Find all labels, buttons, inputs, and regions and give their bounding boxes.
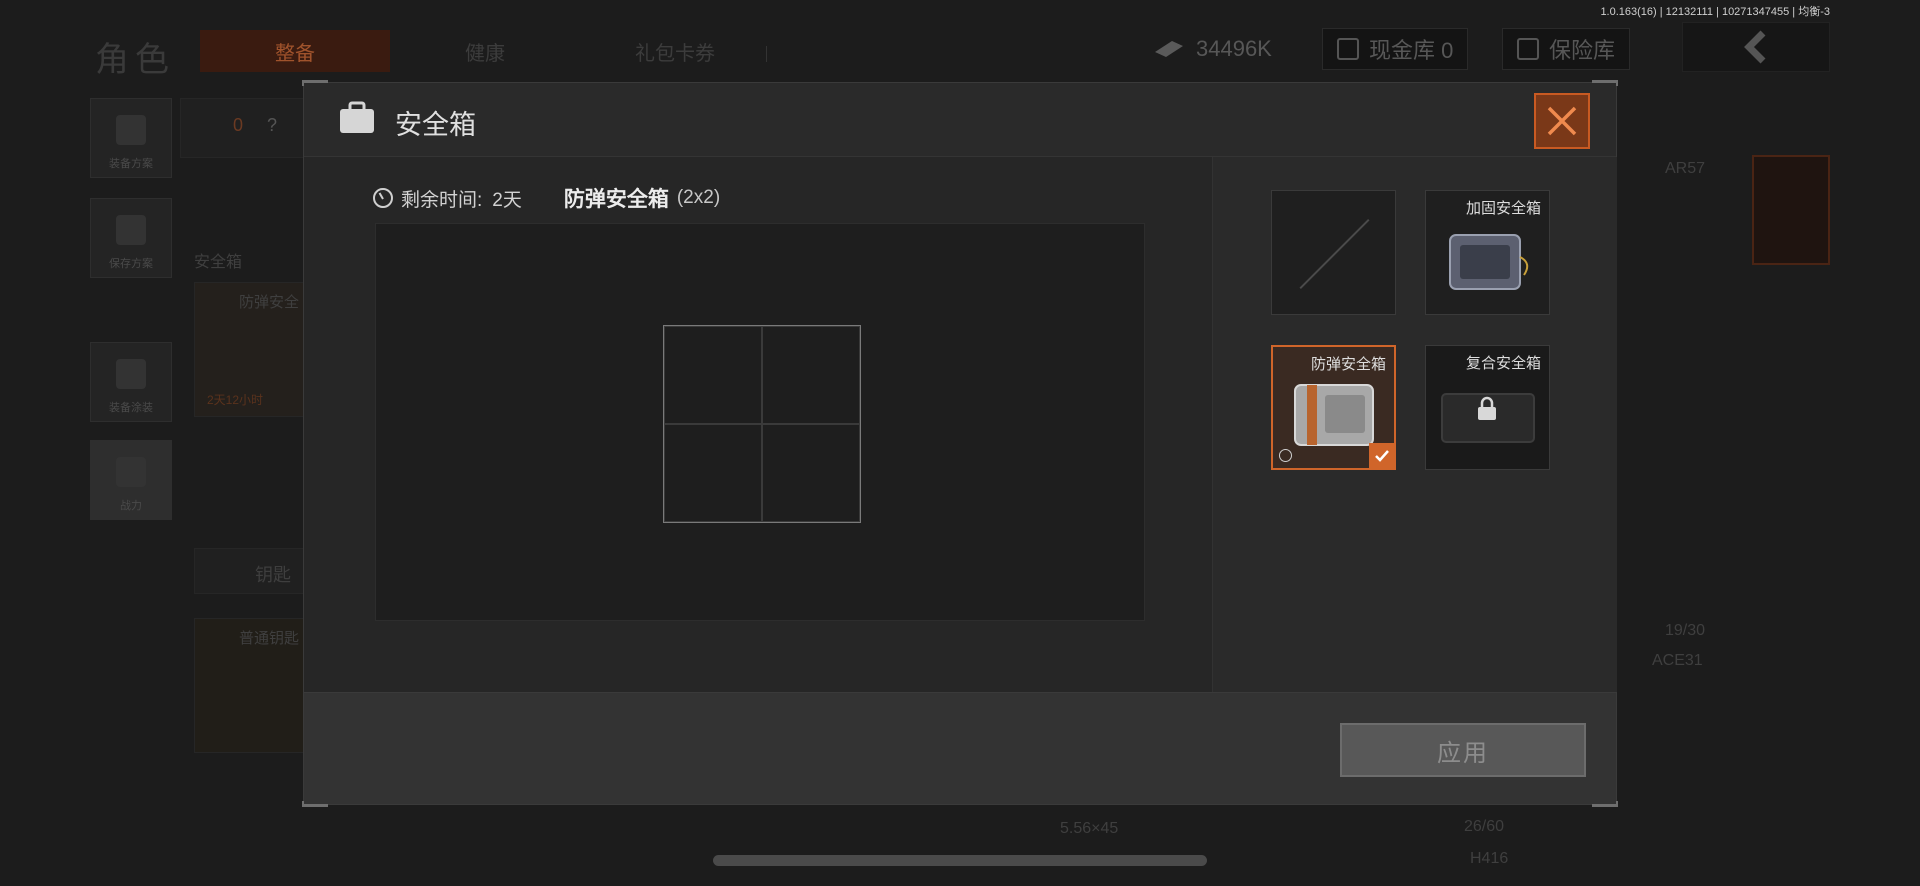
- grid-cell[interactable]: [664, 424, 762, 522]
- insurance-button[interactable]: 保险库: [1502, 28, 1631, 70]
- grid-cell[interactable]: [762, 326, 860, 424]
- tab-gift-coupons[interactable]: 礼包卡券: [580, 30, 770, 72]
- timed-clock-icon: [1279, 449, 1292, 462]
- role-title: 角色: [95, 41, 175, 79]
- category-rifle[interactable]: [1752, 395, 1830, 505]
- key-bg-slot: 普通钥匙: [194, 618, 304, 753]
- ammo-bottom-label: 26/60: [1464, 818, 1505, 835]
- reinforced-case-icon: [1449, 234, 1529, 290]
- safebox-slot-empty[interactable]: [1271, 190, 1396, 315]
- top-bar: 角色 整备 健康 礼包卡券 34496K 现金库 0 保险库: [0, 22, 1920, 79]
- armor-count: 0: [233, 115, 244, 135]
- power-icon: [116, 457, 146, 487]
- power-label: 战力: [120, 500, 142, 512]
- back-button[interactable]: [1682, 22, 1830, 72]
- remaining-time-value: 2天: [492, 189, 522, 211]
- cash-vault-button[interactable]: 现金库 0: [1322, 28, 1469, 70]
- helmet-icon: [116, 359, 146, 389]
- slot-name: 加固安全箱: [1465, 200, 1541, 217]
- armor-summary: 0 ?: [180, 98, 305, 158]
- key-bg-name: 普通钥匙: [239, 630, 300, 647]
- safebox-bg-slot: 防弹安全 2天12小时: [194, 282, 304, 417]
- selected-check-icon: [1369, 443, 1394, 468]
- tab-divider: [766, 46, 767, 62]
- safebox-slot-composite[interactable]: 复合安全箱: [1425, 345, 1550, 470]
- safebox-info-row: 剩余时间: 2天 防弹安全箱 (2x2): [373, 183, 720, 213]
- close-icon: [1547, 106, 1577, 136]
- apply-button[interactable]: 应用: [1340, 723, 1586, 777]
- storage-grid-area: [375, 223, 1145, 621]
- slot-name: 复合安全箱: [1465, 355, 1541, 372]
- safebox-modal: 安全箱 剩余时间: 2天 防弹安全箱 (2x2) 加固安全箱 防弹安全箱 复合安…: [302, 80, 1618, 807]
- empty-slot-icon: [1299, 218, 1370, 290]
- category-magazine[interactable]: [1752, 515, 1830, 625]
- cash-vault-label: 现金库 0: [1369, 38, 1454, 63]
- weapon-ar57-label: AR57: [1665, 160, 1706, 177]
- category-mask[interactable]: [1752, 275, 1830, 385]
- category-hat[interactable]: [1752, 155, 1830, 265]
- current-case-name: 防弹安全箱: [563, 188, 669, 211]
- currency-display: 34496K: [1152, 28, 1272, 70]
- clock-icon: [373, 188, 393, 208]
- chevron-left-icon: [1744, 30, 1766, 64]
- skin-label: 装备涂装: [109, 402, 153, 414]
- briefcase-icon: [340, 101, 374, 133]
- ammo-top-label: 19/30: [1665, 622, 1706, 639]
- safebox-slot-reinforced[interactable]: 加固安全箱: [1425, 190, 1550, 315]
- loadout-plan-button[interactable]: 装备方案: [90, 98, 172, 178]
- remaining-time-label: 剩余时间:: [401, 189, 483, 211]
- safebox-slot-bulletproof[interactable]: 防弹安全箱: [1271, 345, 1396, 470]
- right-category-bar: [1752, 155, 1832, 855]
- skin-button[interactable]: 装备涂装: [90, 342, 172, 422]
- safebox-bg-name: 防弹安全: [239, 294, 300, 311]
- category-scope[interactable]: [1752, 755, 1830, 865]
- tab-equipment[interactable]: 整备: [200, 30, 390, 72]
- modal-footer: 应用: [304, 692, 1616, 804]
- safebox-bg-timer: 2天12小时: [207, 393, 264, 407]
- vault-icon: [1337, 38, 1359, 60]
- cash-icon: [1155, 41, 1183, 57]
- save-plan-label: 保存方案: [109, 258, 153, 270]
- close-button[interactable]: [1534, 93, 1590, 149]
- modal-title: 安全箱: [395, 110, 476, 140]
- vest-icon: [116, 115, 146, 145]
- version-info: 1.0.163(16) | 12132111 | 10271347455 | 均…: [1600, 6, 1830, 18]
- power-button[interactable]: 战力: [90, 440, 172, 520]
- insurance-icon: [1517, 38, 1539, 60]
- save-plan-button[interactable]: 保存方案: [90, 198, 172, 278]
- key-section-label: 钥匙: [255, 565, 291, 585]
- modal-header: 安全箱: [304, 83, 1616, 157]
- bulletproof-case-icon: [1294, 384, 1374, 446]
- loadout-plan-label: 装备方案: [109, 158, 153, 170]
- safebox-section-label: 安全箱: [194, 254, 243, 271]
- grid-cell[interactable]: [664, 326, 762, 424]
- weapon-h416-label: H416: [1470, 850, 1509, 867]
- safebox-selection-panel: 加固安全箱 防弹安全箱 复合安全箱: [1212, 157, 1617, 692]
- ammo-caliber-label: 5.56×45: [1060, 820, 1119, 837]
- insurance-label: 保险库: [1549, 38, 1616, 63]
- key-section: 钥匙: [194, 548, 304, 594]
- lock-icon: [1478, 396, 1496, 420]
- home-indicator: [713, 855, 1207, 866]
- current-case-size: (2x2): [676, 187, 721, 208]
- download-icon: [116, 215, 146, 245]
- currency-amount: 34496K: [1196, 36, 1272, 61]
- tab-health[interactable]: 健康: [390, 30, 580, 72]
- weapon-ace31-label: ACE31: [1652, 652, 1703, 669]
- grid-cell[interactable]: [762, 424, 860, 522]
- category-grip[interactable]: [1752, 635, 1830, 745]
- help-icon[interactable]: ?: [267, 115, 277, 136]
- storage-grid: [663, 325, 861, 523]
- slot-name: 防弹安全箱: [1310, 356, 1386, 373]
